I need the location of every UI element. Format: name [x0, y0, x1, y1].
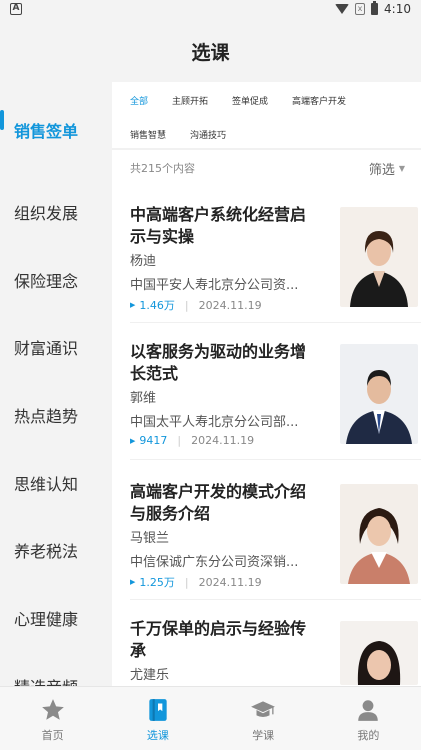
sidebar-item-sales[interactable]: 销售签单 — [0, 82, 112, 178]
course-author: 杨迪 — [130, 254, 157, 269]
course-card[interactable]: 高端客户开发的模式介绍与服务介绍 马银兰 中信保诚广东分公司资深销... ▶ 1… — [130, 481, 418, 606]
sidebar-item-mental-health[interactable]: 心理健康 — [0, 584, 112, 652]
tab-label: 首页 — [41, 729, 64, 742]
tab-study[interactable]: 学课 — [211, 687, 316, 750]
sidebar-item-org-development[interactable]: 组织发展 — [0, 178, 112, 246]
course-date: 2024.11.19 — [198, 575, 262, 589]
view-count: 1.25万 — [139, 576, 175, 589]
tag-prospecting[interactable]: 主顾开拓 — [172, 94, 208, 107]
view-count: 9417 — [139, 434, 168, 447]
sidebar-item-thinking[interactable]: 思维认知 — [0, 449, 112, 517]
person-icon — [358, 700, 379, 721]
notification-a-icon: A — [10, 3, 22, 15]
speaker-photo — [340, 207, 418, 307]
card-divider — [130, 459, 421, 460]
course-list-panel: 全部 主顾开拓 签单促成 高端客户开发 销售智慧 沟通技巧 共215个内容 筛选… — [112, 82, 421, 686]
sidebar-item-hot-trends[interactable]: 热点趋势 — [0, 381, 112, 449]
tab-select-course[interactable]: 选课 — [105, 687, 210, 750]
tab-label: 学课 — [252, 729, 275, 742]
course-meta: ▶ 1.25万 | 2024.11.19 — [130, 574, 262, 590]
course-org: 中国太平人寿北京分公司部... — [130, 415, 299, 430]
wifi-icon — [335, 4, 350, 14]
speaker-photo — [340, 344, 418, 444]
sim-icon: x — [355, 3, 366, 15]
sidebar-item-audio[interactable]: 精选音频 — [0, 652, 112, 686]
filter-button[interactable]: 筛选 ▼ — [369, 159, 405, 178]
tag-all[interactable]: 全部 — [130, 94, 148, 107]
course-date: 2024.11.19 — [191, 434, 255, 447]
list-toolbar: 共215个内容 筛选 ▼ — [130, 156, 405, 180]
tab-label: 我的 — [357, 729, 380, 742]
tag-communication[interactable]: 沟通技巧 — [190, 128, 226, 141]
course-author: 尤建乐 — [130, 668, 170, 683]
tab-label: 选课 — [146, 729, 169, 742]
course-card[interactable]: 中高端客户系统化经营启示与实操 杨迪 中国平安人寿北京分公司资... ▶ 1.4… — [130, 204, 418, 329]
chevron-down-icon: ▼ — [398, 163, 405, 173]
tag-filter: 全部 主顾开拓 签单促成 高端客户开发 销售智慧 沟通技巧 — [112, 82, 421, 152]
meta-separator: | — [184, 298, 189, 312]
play-icon: ▶ — [130, 578, 136, 586]
course-card[interactable]: 千万保单的启示与经验传承 尤建乐 — [130, 618, 418, 686]
tag-high-end-clients[interactable]: 高端客户开发 — [292, 94, 346, 107]
graduation-cap-icon — [251, 701, 276, 718]
tab-profile[interactable]: 我的 — [316, 687, 421, 750]
star-icon — [41, 699, 64, 720]
course-title: 高端客户开发的模式介绍与服务介绍 — [130, 482, 307, 523]
course-author: 郭维 — [130, 391, 157, 406]
category-sidebar: 销售签单 组织发展 保险理念 财富通识 热点趋势 思维认知 养老税法 心理健康 … — [0, 82, 112, 686]
course-title: 中高端客户系统化经营启示与实操 — [130, 205, 307, 246]
tag-closing[interactable]: 签单促成 — [232, 94, 268, 107]
meta-separator: | — [177, 434, 182, 447]
play-icon: ▶ — [130, 436, 136, 445]
divider — [112, 148, 421, 150]
sidebar-item-wealth[interactable]: 财富通识 — [0, 313, 112, 381]
filter-label: 筛选 — [368, 162, 395, 178]
bottom-tab-bar: 首页 选课 学课 我的 — [0, 686, 421, 750]
tag-sales-wisdom[interactable]: 销售智慧 — [130, 128, 166, 141]
result-count: 共215个内容 — [130, 162, 195, 175]
course-date: 2024.11.19 — [198, 298, 262, 312]
book-icon — [149, 699, 167, 721]
meta-separator: | — [184, 575, 189, 589]
course-org: 中国平安人寿北京分公司资... — [130, 278, 299, 293]
speaker-photo — [340, 484, 418, 584]
course-org: 中信保诚广东分公司资深销... — [130, 555, 299, 570]
page-title: 选课 — [191, 41, 230, 64]
speaker-photo — [340, 621, 418, 685]
course-title: 千万保单的启示与经验传承 — [130, 619, 307, 660]
play-icon: ▶ — [130, 301, 136, 309]
course-meta: ▶ 9417 | 2024.11.19 — [130, 434, 254, 447]
battery-icon — [371, 1, 379, 15]
course-author: 马银兰 — [130, 531, 170, 546]
course-meta: ▶ 1.46万 | 2024.11.19 — [130, 297, 262, 313]
view-count: 1.46万 — [139, 299, 175, 312]
page-header: 选课 — [0, 20, 421, 82]
status-bar: A x 4:10 — [0, 0, 421, 20]
sidebar-item-pension-tax[interactable]: 养老税法 — [0, 516, 112, 584]
sidebar-item-insurance-concept[interactable]: 保险理念 — [0, 246, 112, 314]
card-divider — [130, 599, 421, 600]
course-card[interactable]: 以客服务为驱动的业务增长范式 郭维 中国太平人寿北京分公司部... ▶ 9417… — [130, 341, 418, 466]
status-icons: x 4:10 — [335, 1, 411, 16]
course-title: 以客服务为驱动的业务增长范式 — [130, 342, 307, 383]
tab-home[interactable]: 首页 — [0, 687, 105, 750]
card-divider — [130, 322, 421, 323]
status-time: 4:10 — [384, 2, 411, 16]
